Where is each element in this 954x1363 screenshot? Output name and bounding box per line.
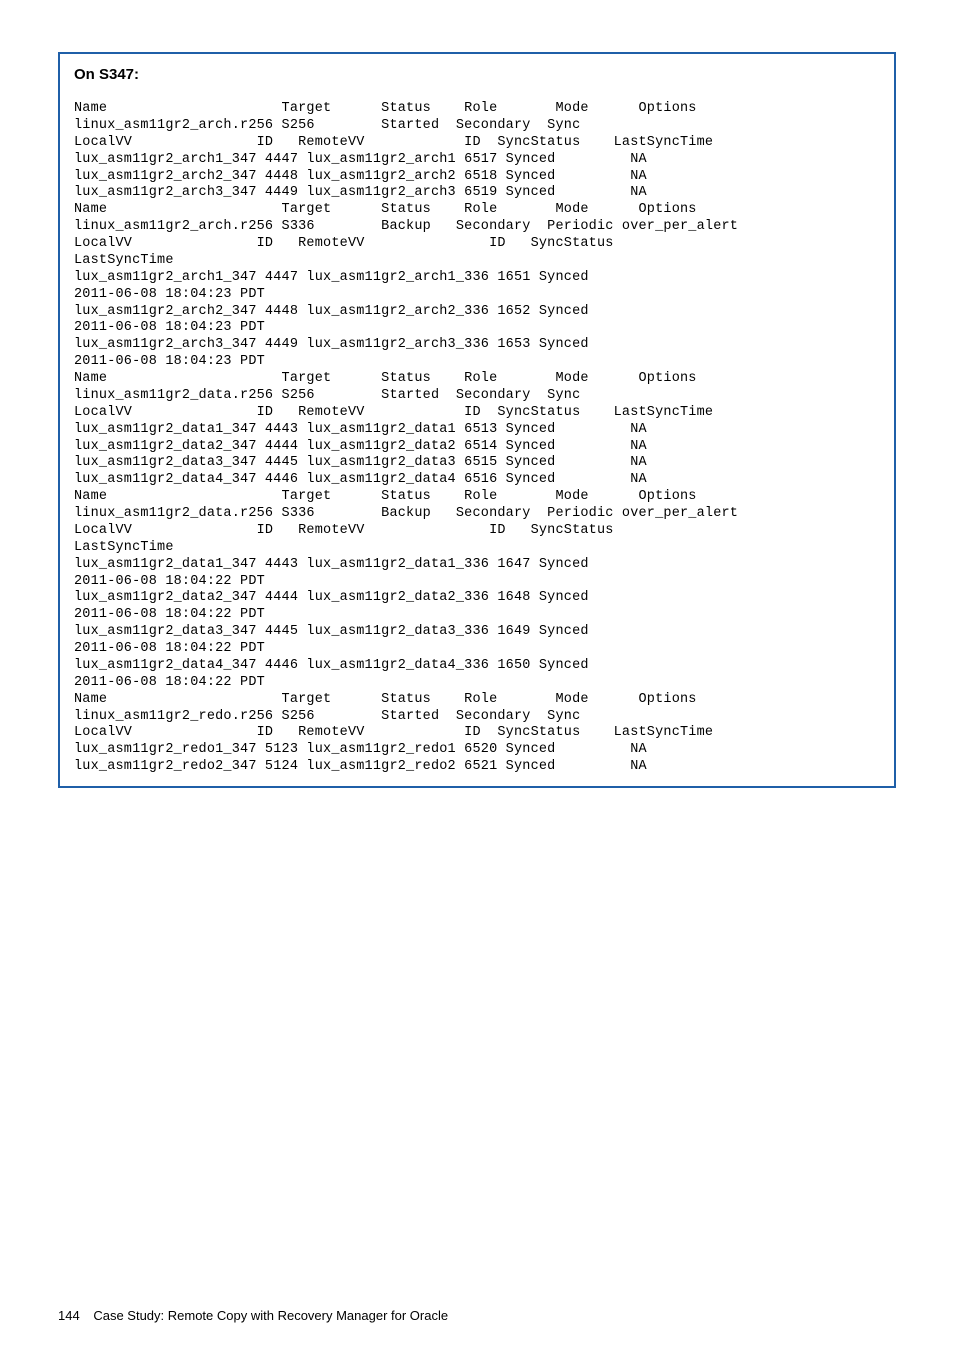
page-number: 144 — [58, 1308, 80, 1323]
footer-title: Case Study: Remote Copy with Recovery Ma… — [93, 1308, 448, 1323]
box-title: On S347: — [74, 66, 880, 83]
page-footer: 144 Case Study: Remote Copy with Recover… — [58, 1308, 896, 1323]
content-box: On S347: Name Target Status Role Mode Op… — [58, 52, 896, 788]
document-page: On S347: Name Target Status Role Mode Op… — [0, 0, 954, 1363]
terminal-output: Name Target Status Role Mode Options lin… — [74, 101, 880, 776]
